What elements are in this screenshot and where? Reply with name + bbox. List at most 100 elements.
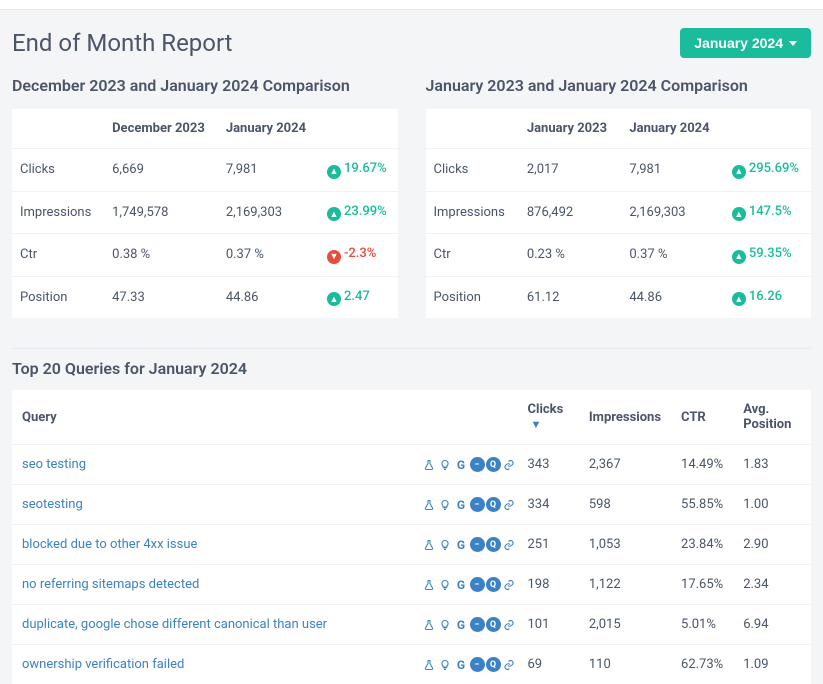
compare-yoy-row-clicks: Clicks 2,017 7,981 ▲295.69%	[426, 149, 812, 192]
query-link[interactable]: seo testing	[22, 457, 86, 472]
cell-position: 1.83	[733, 445, 811, 485]
metric-b: 2,169,303	[216, 191, 317, 234]
q-circle-icon[interactable]: Q	[486, 457, 501, 472]
metric-b: 7,981	[216, 149, 317, 192]
metric-label: Ctr	[426, 234, 517, 277]
col-impressions-header[interactable]: Impressions	[579, 390, 671, 445]
q-circle-icon[interactable]: Q	[486, 497, 501, 512]
minus-circle-icon[interactable]: −	[470, 457, 485, 472]
link-icon[interactable]	[502, 457, 517, 472]
minus-circle-icon[interactable]: −	[470, 577, 485, 592]
google-icon[interactable]: G	[454, 537, 469, 552]
compare-prev-row-position: Position 47.33 44.86 ▲2.47	[12, 276, 398, 318]
query-link[interactable]: seotesting	[22, 497, 83, 512]
cell-clicks: 101	[518, 605, 579, 645]
link-icon[interactable]	[502, 617, 517, 632]
compare-prev-row-impressions: Impressions 1,749,578 2,169,303 ▲23.99%	[12, 191, 398, 234]
flask-icon[interactable]	[422, 457, 437, 472]
compare-prev-col-b: January 2024	[216, 109, 317, 149]
q-circle-icon[interactable]: Q	[486, 577, 501, 592]
query-link[interactable]: duplicate, google chose different canoni…	[22, 617, 327, 632]
metric-a: 61.12	[517, 276, 620, 318]
query-row: seo testingG−Q3432,36714.49%1.83	[12, 445, 811, 485]
google-icon[interactable]: G	[454, 657, 469, 672]
bulb-icon[interactable]	[438, 657, 453, 672]
metric-label: Clicks	[426, 149, 517, 192]
compare-prev-col-a: December 2023	[102, 109, 216, 149]
cell-impressions: 2,367	[579, 445, 671, 485]
cell-position: 1.00	[733, 485, 811, 525]
tool-icon-cluster: G−Q	[422, 577, 518, 592]
cell-position: 1.09	[733, 645, 811, 684]
metric-label: Ctr	[12, 234, 102, 277]
link-icon[interactable]	[502, 497, 517, 512]
cell-clicks: 251	[518, 525, 579, 565]
header-row: End of Month Report January 2024	[12, 28, 811, 58]
q-circle-icon[interactable]: Q	[486, 537, 501, 552]
bulb-icon[interactable]	[438, 457, 453, 472]
compare-prev-header-row: December 2023 January 2024	[12, 109, 398, 149]
q-circle-icon[interactable]: Q	[486, 657, 501, 672]
metric-b: 44.86	[216, 276, 317, 318]
link-icon[interactable]	[502, 577, 517, 592]
bulb-icon[interactable]	[438, 617, 453, 632]
q-circle-icon[interactable]: Q	[486, 617, 501, 632]
flask-icon[interactable]	[422, 497, 437, 512]
compare-yoy-card: January 2023 and January 2024 Comparison…	[426, 76, 812, 318]
query-link[interactable]: ownership verification failed	[22, 657, 184, 672]
cell-impressions: 2,015	[579, 605, 671, 645]
query-row: blocked due to other 4xx issueG−Q2511,05…	[12, 525, 811, 565]
month-selector-button[interactable]: January 2024	[680, 28, 811, 58]
metric-delta: ▲23.99%	[327, 204, 387, 219]
cell-clicks: 334	[518, 485, 579, 525]
link-icon[interactable]	[502, 537, 517, 552]
google-icon[interactable]: G	[454, 577, 469, 592]
minus-circle-icon[interactable]: −	[470, 497, 485, 512]
arrow-up-icon: ▲	[732, 165, 746, 179]
compare-prev-row-clicks: Clicks 6,669 7,981 ▲19.67%	[12, 149, 398, 192]
metric-label: Position	[12, 276, 102, 318]
flask-icon[interactable]	[422, 657, 437, 672]
google-icon[interactable]: G	[454, 457, 469, 472]
bulb-icon[interactable]	[438, 537, 453, 552]
col-position-header[interactable]: Avg. Position	[733, 390, 811, 445]
col-query-header[interactable]: Query	[12, 390, 412, 445]
tool-icon-cluster: G−Q	[422, 497, 518, 512]
compare-yoy-header-row: January 2023 January 2024	[426, 109, 812, 149]
cell-ctr: 62.73%	[671, 645, 733, 684]
sort-desc-icon: ▼	[531, 418, 542, 431]
minus-circle-icon[interactable]: −	[470, 657, 485, 672]
metric-delta: ▲2.47	[327, 289, 370, 304]
metric-delta: ▲16.26	[732, 289, 782, 304]
metric-b: 0.37 %	[216, 234, 317, 277]
flask-icon[interactable]	[422, 537, 437, 552]
minus-circle-icon[interactable]: −	[470, 537, 485, 552]
cell-ctr: 55.85%	[671, 485, 733, 525]
link-icon[interactable]	[502, 657, 517, 672]
queries-title: Top 20 Queries for January 2024	[12, 359, 811, 378]
query-link[interactable]: no referring sitemaps detected	[22, 577, 199, 592]
flask-icon[interactable]	[422, 577, 437, 592]
col-clicks-header[interactable]: Clicks ▼	[518, 390, 579, 445]
col-ctr-header[interactable]: CTR	[671, 390, 733, 445]
compare-prev-row-ctr: Ctr 0.38 % 0.37 % ▼-2.3%	[12, 234, 398, 277]
query-link[interactable]: blocked due to other 4xx issue	[22, 537, 197, 552]
cell-ctr: 23.84%	[671, 525, 733, 565]
cell-position: 2.90	[733, 525, 811, 565]
google-icon[interactable]: G	[454, 497, 469, 512]
metric-label: Impressions	[426, 191, 517, 234]
metric-delta: ▲19.67%	[327, 161, 387, 176]
google-icon[interactable]: G	[454, 617, 469, 632]
bulb-icon[interactable]	[438, 497, 453, 512]
query-row: seotestingG−Q33459855.85%1.00	[12, 485, 811, 525]
flask-icon[interactable]	[422, 617, 437, 632]
query-row: duplicate, google chose different canoni…	[12, 605, 811, 645]
queries-table: Query Clicks ▼ Impressions CTR Avg. Posi…	[12, 390, 811, 684]
bulb-icon[interactable]	[438, 577, 453, 592]
cell-clicks: 198	[518, 565, 579, 605]
compare-yoy-row-ctr: Ctr 0.23 % 0.37 % ▲59.35%	[426, 234, 812, 277]
comparison-row: December 2023 and January 2024 Compariso…	[12, 76, 811, 318]
metric-delta: ▲59.35%	[732, 246, 792, 261]
section-divider	[12, 348, 811, 349]
minus-circle-icon[interactable]: −	[470, 617, 485, 632]
